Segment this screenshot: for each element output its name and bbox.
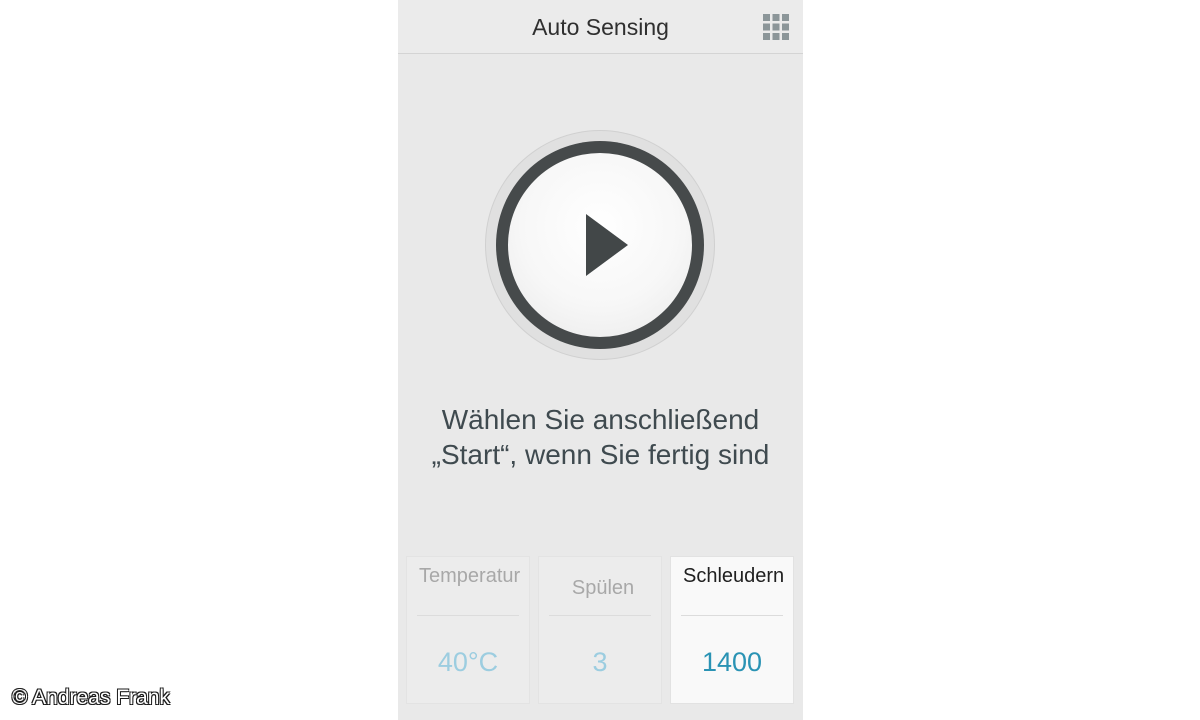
start-button[interactable] xyxy=(508,153,692,337)
page-title: Auto Sensing xyxy=(532,14,669,40)
option-spin[interactable]: Schleudern 1400 xyxy=(670,556,794,704)
option-value: 40°C xyxy=(437,647,499,677)
copyright-watermark: © Andreas Frank xyxy=(12,686,170,709)
option-value: 1400 xyxy=(701,647,763,677)
option-rinse[interactable]: Spülen 3 xyxy=(538,556,662,704)
grid-icon[interactable] xyxy=(763,14,789,40)
option-label: Temperatur xyxy=(419,565,521,587)
option-divider xyxy=(417,615,519,616)
option-divider xyxy=(681,615,783,616)
option-value: 3 xyxy=(592,647,608,677)
option-label: Spülen xyxy=(571,577,635,599)
instruction-line-1: Wählen Sie anschließend xyxy=(441,404,760,435)
instruction-line-2: „Start“, wenn Sie fertig sind xyxy=(431,439,770,470)
option-temperature[interactable]: Temperatur 40°C xyxy=(406,556,530,704)
instruction-text: Wählen Sie anschließend „Start“, wenn Si… xyxy=(398,402,803,472)
play-icon xyxy=(586,214,628,276)
option-label: Schleudern xyxy=(683,565,785,587)
option-divider xyxy=(549,615,651,616)
app-screen: Auto Sensing Wählen Sie anschließend „St… xyxy=(398,0,803,720)
app-header: Auto Sensing xyxy=(398,0,803,54)
